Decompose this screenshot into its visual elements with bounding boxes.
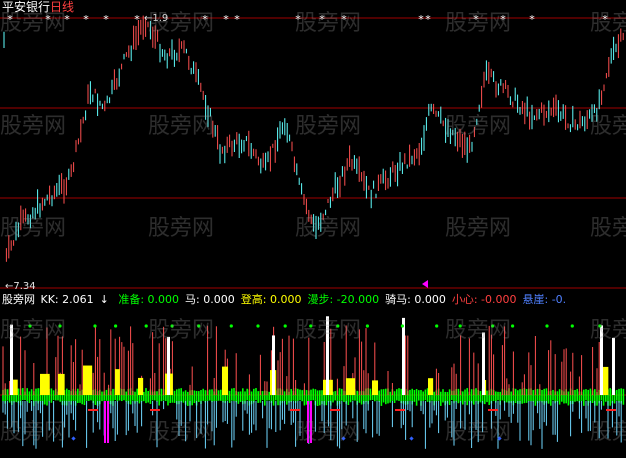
- green-dot: [400, 324, 404, 328]
- yellow-block: [40, 373, 50, 395]
- signal-marker: *: [295, 13, 301, 26]
- signal-marker: *: [500, 13, 506, 26]
- signal-marker: *: [7, 13, 13, 26]
- white-spike: [402, 317, 405, 395]
- green-dot: [458, 324, 462, 328]
- green-dot: [170, 324, 174, 328]
- green-dot: [336, 324, 340, 328]
- green-dot: [229, 324, 233, 328]
- green-dot: [93, 324, 97, 328]
- period-label: 日线: [50, 0, 75, 14]
- indicator-item: 马: 0.000: [185, 293, 235, 306]
- indicator-item: 小心: -0.000: [451, 293, 517, 306]
- yellow-block: [58, 373, 65, 395]
- indicator-items: KK: 2.061 ↓ 准备: 0.000 马: 0.000 登高: 0.000 漫步:…: [41, 293, 573, 306]
- signal-marker: *: [202, 13, 208, 26]
- white-spike: [482, 332, 485, 395]
- indicator-item: KK: 2.061: [40, 293, 94, 306]
- green-dot: [309, 324, 313, 328]
- stock-name: 平安银行: [2, 0, 51, 14]
- indicator-item: 准备: 0.000: [118, 293, 180, 306]
- signal-marker: *: [134, 13, 140, 26]
- yellow-block: [346, 378, 356, 395]
- green-dot: [28, 324, 32, 328]
- white-spike: [167, 336, 170, 395]
- indicator-item: 骑马: 0.000: [385, 293, 446, 306]
- green-dot: [144, 324, 148, 328]
- green-dot: [114, 324, 118, 328]
- green-dot: [598, 324, 602, 328]
- green-dot: [58, 324, 62, 328]
- indicator-item: 登高: 0.000: [240, 293, 302, 306]
- yellow-block: [428, 378, 434, 395]
- yellow-block: [115, 369, 120, 395]
- green-dot: [545, 324, 549, 328]
- blue-diamond: [341, 436, 346, 441]
- signal-marker: *: [234, 13, 240, 26]
- green-dot: [491, 324, 495, 328]
- signal-marker: *: [103, 13, 109, 26]
- white-spike: [10, 324, 13, 395]
- price-high-label: ←1.9: [144, 13, 169, 24]
- green-dot: [510, 324, 515, 328]
- signal-marker: *: [45, 13, 51, 26]
- green-dot: [283, 324, 287, 328]
- signal-marker: *: [223, 13, 229, 26]
- signal-marker: *: [473, 13, 479, 26]
- indicator-name: 股旁网: [2, 293, 35, 306]
- yellow-block: [138, 377, 144, 395]
- indicator-bar: 股旁网 KK: 2.061 ↓ 准备: 0.000 马: 0.000 登高: 0.00…: [2, 293, 578, 306]
- signal-marker: *: [64, 13, 70, 26]
- blue-diamond: [71, 436, 76, 441]
- yellow-block: [372, 380, 379, 395]
- white-spike: [272, 335, 275, 395]
- white-spike: [600, 325, 603, 395]
- indicator-item: ↓: [99, 293, 113, 306]
- signal-marker: *: [83, 13, 89, 26]
- yellow-block: [222, 366, 229, 395]
- triangle-marker: [422, 280, 428, 288]
- blue-diamond: [409, 436, 414, 441]
- indicator-item: 悬崖: -0.: [522, 293, 567, 306]
- green-dot: [365, 324, 369, 328]
- signal-marker: *: [418, 13, 424, 26]
- price-low-label: ←7.34: [5, 281, 36, 292]
- green-dot: [197, 324, 201, 328]
- signal-marker: *: [319, 13, 325, 26]
- signal-marker: *: [602, 13, 608, 26]
- green-dot: [570, 324, 574, 328]
- stock-title: 平安银行日线: [2, 1, 74, 14]
- green-dot: [435, 324, 439, 328]
- green-dot: [256, 324, 260, 328]
- white-spike: [326, 316, 329, 395]
- white-spike: [612, 337, 615, 395]
- signal-marker: *: [529, 13, 535, 26]
- indicator-item: 漫步: -20.000: [307, 293, 380, 306]
- yellow-block: [83, 365, 93, 395]
- kline-chart[interactable]: * * * * * * * * * * * * * * * * * *: [0, 0, 626, 458]
- signal-marker: *: [341, 13, 347, 26]
- signal-marker: *: [425, 13, 431, 26]
